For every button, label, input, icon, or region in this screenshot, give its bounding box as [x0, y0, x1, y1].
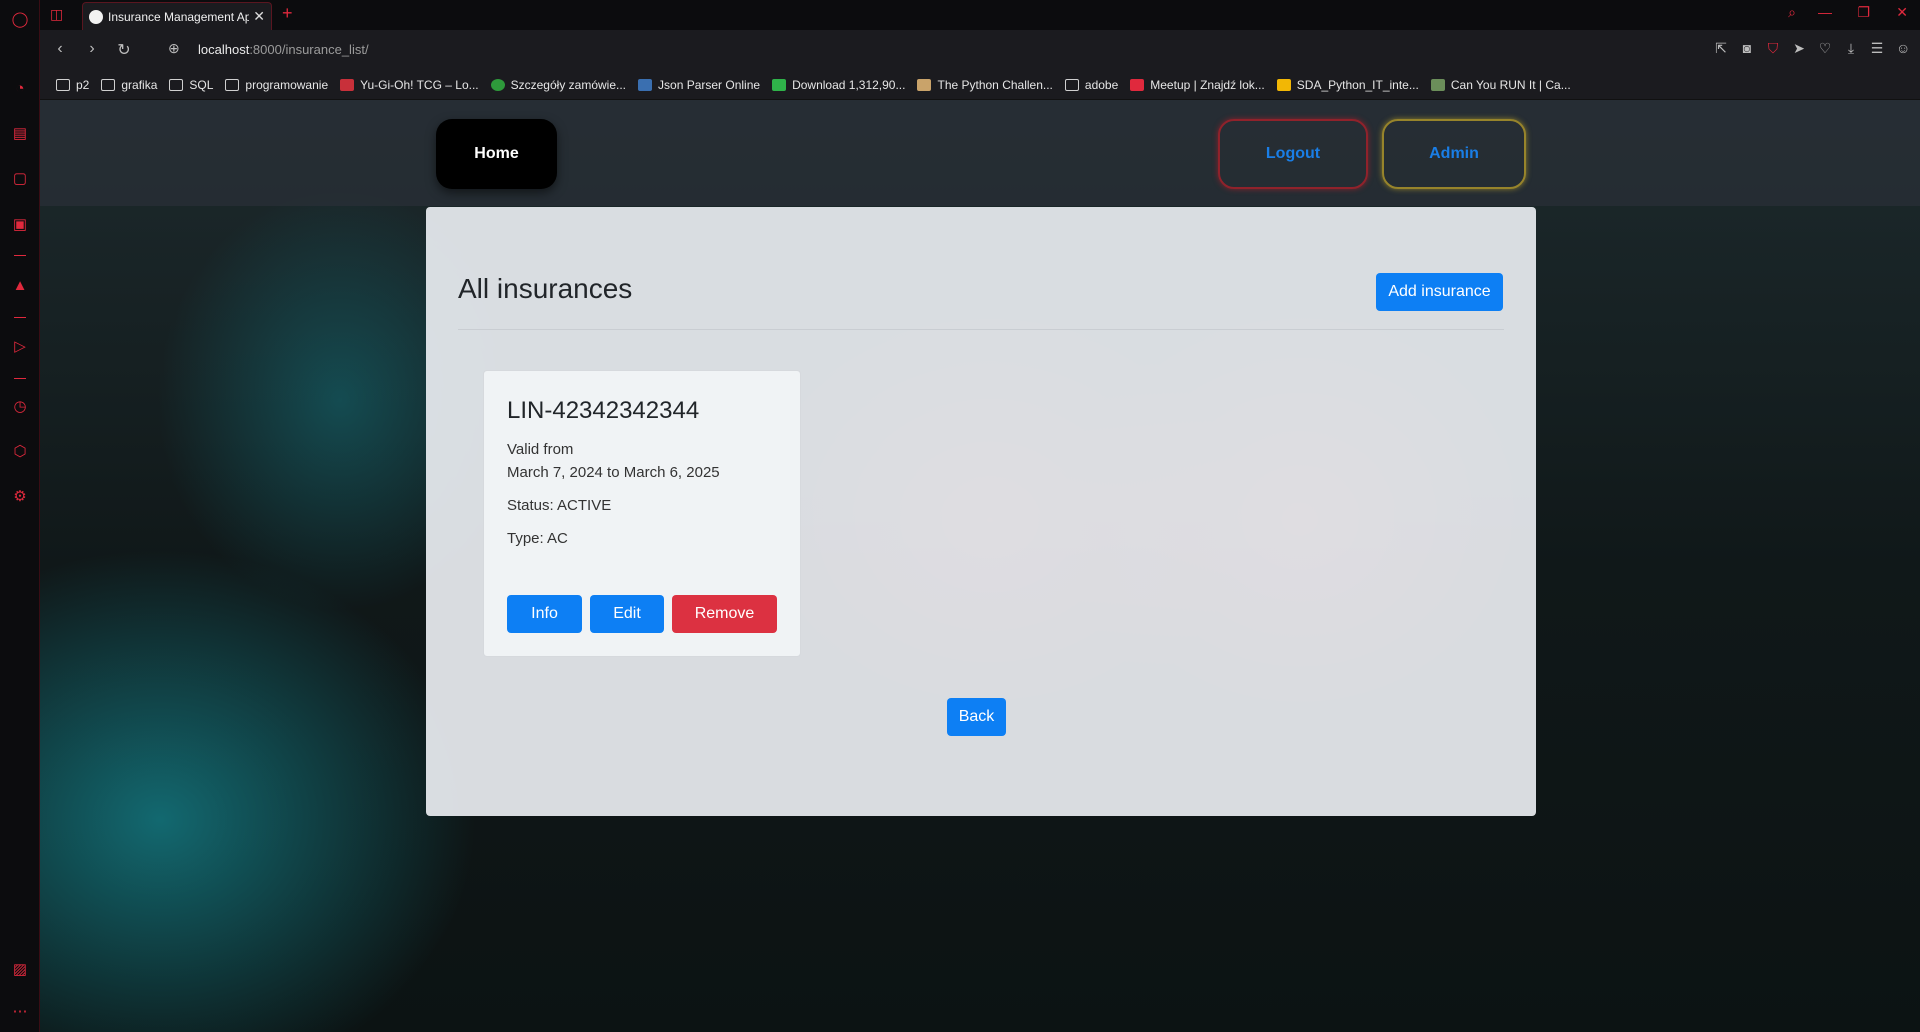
url-path: :8000/insurance_list/: [249, 42, 369, 57]
forward-arrow-icon[interactable]: ›: [82, 40, 102, 58]
edit-button[interactable]: Edit: [590, 595, 664, 633]
shield-icon[interactable]: ⛉: [1766, 40, 1780, 57]
bookmark-item[interactable]: p2: [56, 78, 89, 92]
player-icon[interactable]: ▷: [10, 337, 30, 357]
camera-icon[interactable]: ◙: [1740, 40, 1754, 57]
twitch-icon[interactable]: ▢: [10, 169, 30, 189]
back-button[interactable]: Back: [947, 698, 1006, 736]
search-icon[interactable]: ⌕: [1788, 4, 1796, 21]
insurance-status: Status: ACTIVE: [507, 497, 612, 514]
insurances-panel: All insurances Add insurance LIN-4234234…: [426, 207, 1536, 816]
site-info-icon[interactable]: ⊕: [168, 40, 180, 57]
info-button[interactable]: Info: [507, 595, 582, 633]
image-icon[interactable]: ▨: [10, 960, 30, 980]
bookmark-item[interactable]: SDA_Python_IT_inte...: [1276, 78, 1419, 92]
sidebar-separator: [14, 317, 26, 318]
new-tab-icon[interactable]: +: [282, 3, 293, 24]
close-window-icon[interactable]: ✕: [1896, 4, 1908, 21]
reload-icon[interactable]: ↻: [114, 40, 134, 60]
sidebar-separator: [14, 255, 26, 256]
logout-button[interactable]: Logout: [1218, 119, 1368, 189]
insurance-card: LIN-42342342344 Valid from March 7, 2024…: [483, 370, 801, 657]
site-favicon-icon: [638, 78, 653, 91]
profile-icon[interactable]: ☺: [1896, 40, 1910, 57]
home-button[interactable]: Home: [436, 119, 557, 189]
bookmark-item[interactable]: Json Parser Online: [638, 78, 760, 92]
folder-icon: [225, 78, 240, 91]
gx-control-icon[interactable]: ▣: [10, 215, 30, 235]
bookmarks-bar: p2 grafika SQL programowanie Yu-Gi-Oh! T…: [40, 70, 1920, 100]
heart-icon[interactable]: ♡: [1818, 40, 1832, 57]
site-favicon-icon: [1430, 78, 1445, 91]
page-title: All insurances: [458, 273, 633, 304]
bookmark-item[interactable]: Szczegóły zamówie...: [490, 78, 626, 92]
settings-gear-icon[interactable]: ⚙: [10, 487, 30, 507]
history-icon[interactable]: ◷: [10, 397, 30, 417]
opera-logo-icon[interactable]: ◯: [10, 10, 30, 30]
site-favicon-icon: [340, 78, 355, 91]
insurance-number: LIN-42342342344: [507, 397, 700, 424]
bookmark-item[interactable]: The Python Challen...: [917, 78, 1053, 92]
bookmark-item[interactable]: programowanie: [225, 78, 328, 92]
bookmark-item[interactable]: SQL: [169, 78, 213, 92]
tab-title: Insurance Management Ap: [108, 9, 250, 24]
folder-icon: [101, 78, 116, 91]
share-icon[interactable]: ⇱: [1714, 40, 1728, 57]
send-icon[interactable]: ➤: [1792, 40, 1806, 57]
site-favicon-icon: [772, 78, 787, 91]
easy-setup-icon[interactable]: ☰: [1870, 40, 1884, 57]
bookmark-item[interactable]: Can You RUN It | Ca...: [1430, 78, 1571, 92]
remove-button[interactable]: Remove: [672, 595, 777, 633]
insurance-type: Type: AC: [507, 530, 568, 547]
browser-tab[interactable]: Insurance Management Ap ✕: [82, 2, 272, 30]
divider: [458, 329, 1504, 330]
more-icon[interactable]: ⋯: [10, 1002, 30, 1022]
valid-from-label: Valid from: [507, 441, 574, 458]
url-field[interactable]: localhost:8000/insurance_list/: [198, 42, 369, 57]
aria-icon[interactable]: ▲: [10, 276, 30, 296]
shopping-bag-icon[interactable]: ▤: [10, 124, 30, 144]
bookmark-item[interactable]: Download 1,312,90...: [772, 78, 905, 92]
back-arrow-icon[interactable]: ‹: [50, 40, 70, 58]
site-favicon-icon: [490, 78, 505, 91]
url-host: localhost: [198, 42, 250, 57]
address-bar: ‹ › ↻ ⊕ localhost:8000/insurance_list/ ⇱…: [40, 30, 1920, 70]
site-navbar: [40, 100, 1920, 206]
globe-favicon-icon: [89, 9, 103, 24]
bookmark-item[interactable]: grafika: [101, 78, 157, 92]
download-icon[interactable]: ⤓: [1844, 40, 1858, 57]
browser-sidebar: ◯ ◔ ▤ ▢ ▣ ▲ ▷ ◷ ⬡ ⚙ ▨ ⋯: [0, 0, 40, 1032]
add-insurance-button[interactable]: Add insurance: [1376, 273, 1503, 311]
folder-icon: [56, 78, 70, 91]
bookmark-item[interactable]: adobe: [1064, 78, 1118, 92]
site-favicon-icon: [1130, 78, 1145, 91]
folder-icon: [169, 78, 184, 91]
bookmark-item[interactable]: Meetup | Znajdź lok...: [1130, 78, 1265, 92]
close-tab-icon[interactable]: ✕: [253, 8, 265, 25]
extensions-cube-icon[interactable]: ⬡: [10, 442, 30, 462]
site-favicon-icon: [917, 78, 932, 91]
minimize-icon[interactable]: —: [1818, 4, 1832, 20]
address-bar-actions: ⇱ ◙ ⛉ ➤ ♡ ⤓ ☰ ☺: [1714, 40, 1910, 57]
folder-icon: [1064, 78, 1079, 91]
restore-icon[interactable]: ❐: [1857, 4, 1870, 21]
tab-strip: ◫ Insurance Management Ap ✕ + ⌕ — ❐ ✕: [40, 0, 1920, 30]
page-viewport: Home Logout Admin All insurances Add ins…: [40, 100, 1920, 1032]
sidebar-separator: [14, 378, 26, 379]
site-favicon-icon: [1276, 78, 1291, 91]
speed-dial-icon[interactable]: ◔: [10, 79, 30, 99]
admin-button[interactable]: Admin: [1382, 119, 1526, 189]
gamepad-icon[interactable]: ◫: [50, 6, 63, 23]
bookmark-item[interactable]: Yu-Gi-Oh! TCG – Lo...: [340, 78, 479, 92]
valid-range: March 7, 2024 to March 6, 2025: [507, 464, 720, 481]
